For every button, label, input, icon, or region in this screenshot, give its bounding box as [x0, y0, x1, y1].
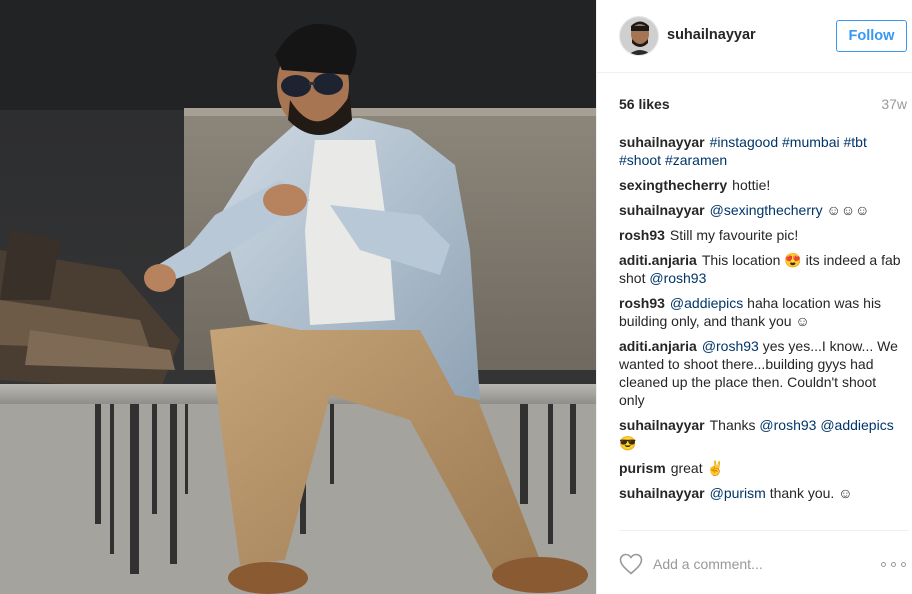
- comment-text: Thanks: [709, 417, 760, 433]
- heart-outline-icon[interactable]: [619, 553, 643, 575]
- comment-author[interactable]: suhailnayyar: [619, 202, 705, 218]
- comment-author[interactable]: suhailnayyar: [619, 134, 705, 150]
- comment-item: suhailnayyar @sexingthecherry ☺☺☺: [619, 201, 905, 219]
- comment-text: thank you. ☺: [765, 485, 853, 501]
- comment-item: suhailnayyar #instagood #mumbai #tbt #sho…: [619, 133, 905, 169]
- comment-link[interactable]: @sexingthecherry: [710, 202, 823, 218]
- comment-link[interactable]: #instagood: [710, 134, 779, 150]
- comment-text: ☺☺☺: [822, 202, 870, 218]
- follow-button[interactable]: Follow: [836, 20, 907, 52]
- comment-link[interactable]: @addiepics: [820, 417, 893, 433]
- comment-link[interactable]: @rosh93: [649, 270, 706, 286]
- comment-link[interactable]: #mumbai: [782, 134, 840, 150]
- more-dot: [901, 562, 906, 567]
- comment-author[interactable]: suhailnayyar: [619, 485, 705, 501]
- comment-author[interactable]: suhailnayyar: [619, 417, 705, 433]
- comment-link[interactable]: #zaramen: [665, 152, 727, 168]
- add-comment-input[interactable]: [653, 553, 868, 575]
- comment-item: sexingthecherry hottie!: [619, 176, 905, 194]
- post-age[interactable]: 37w: [881, 96, 907, 112]
- comment-author[interactable]: aditi.anjaria: [619, 252, 697, 268]
- comment-item: rosh93 Still my favourite pic!: [619, 226, 905, 244]
- comment-link[interactable]: #shoot: [619, 152, 661, 168]
- comment-link[interactable]: @addiepics: [670, 295, 743, 311]
- likes-count[interactable]: 56 likes: [619, 96, 670, 112]
- comment-item: aditi.anjaria This location 😍 its indeed …: [619, 251, 905, 287]
- post-header: suhailnayyar Follow: [597, 0, 912, 73]
- comment-link[interactable]: #tbt: [844, 134, 867, 150]
- comment-text: 😎: [619, 435, 637, 451]
- comment-author[interactable]: rosh93: [619, 295, 665, 311]
- avatar-image: [620, 17, 658, 55]
- comment-item: rosh93 @addiepics haha location was his b…: [619, 294, 905, 330]
- comment-text: great ✌: [670, 460, 724, 476]
- comment-item: suhailnayyar @purism thank you. ☺: [619, 484, 905, 502]
- comment-author[interactable]: purism: [619, 460, 666, 476]
- post-footer: [619, 530, 909, 594]
- comment-item: suhailnayyar Thanks @rosh93 @addiepics 😎: [619, 416, 905, 452]
- avatar[interactable]: [619, 16, 659, 56]
- comment-author[interactable]: aditi.anjaria: [619, 338, 697, 354]
- comment-item: aditi.anjaria @rosh93 yes yes...I know...…: [619, 337, 905, 409]
- more-dot: [881, 562, 886, 567]
- comment-text: Still my favourite pic!: [669, 227, 799, 243]
- post-side-panel: suhailnayyar Follow 56 likes 37w suhailn…: [596, 0, 912, 594]
- post-image: [0, 0, 596, 594]
- post-photo[interactable]: [0, 0, 596, 594]
- comment-author[interactable]: rosh93: [619, 227, 665, 243]
- comment-author[interactable]: sexingthecherry: [619, 177, 727, 193]
- likes-row: 56 likes 37w: [619, 96, 907, 116]
- post-username[interactable]: suhailnayyar: [667, 27, 756, 43]
- comment-text: hottie!: [732, 177, 771, 193]
- more-dot: [891, 562, 896, 567]
- more-options-icon[interactable]: [881, 562, 907, 568]
- comment-item: purism great ✌: [619, 459, 905, 477]
- comment-link[interactable]: @rosh93: [702, 338, 759, 354]
- comment-link[interactable]: @rosh93: [759, 417, 816, 433]
- comment-link[interactable]: @purism: [710, 485, 766, 501]
- comments-list: suhailnayyar #instagood #mumbai #tbt #sho…: [619, 133, 905, 509]
